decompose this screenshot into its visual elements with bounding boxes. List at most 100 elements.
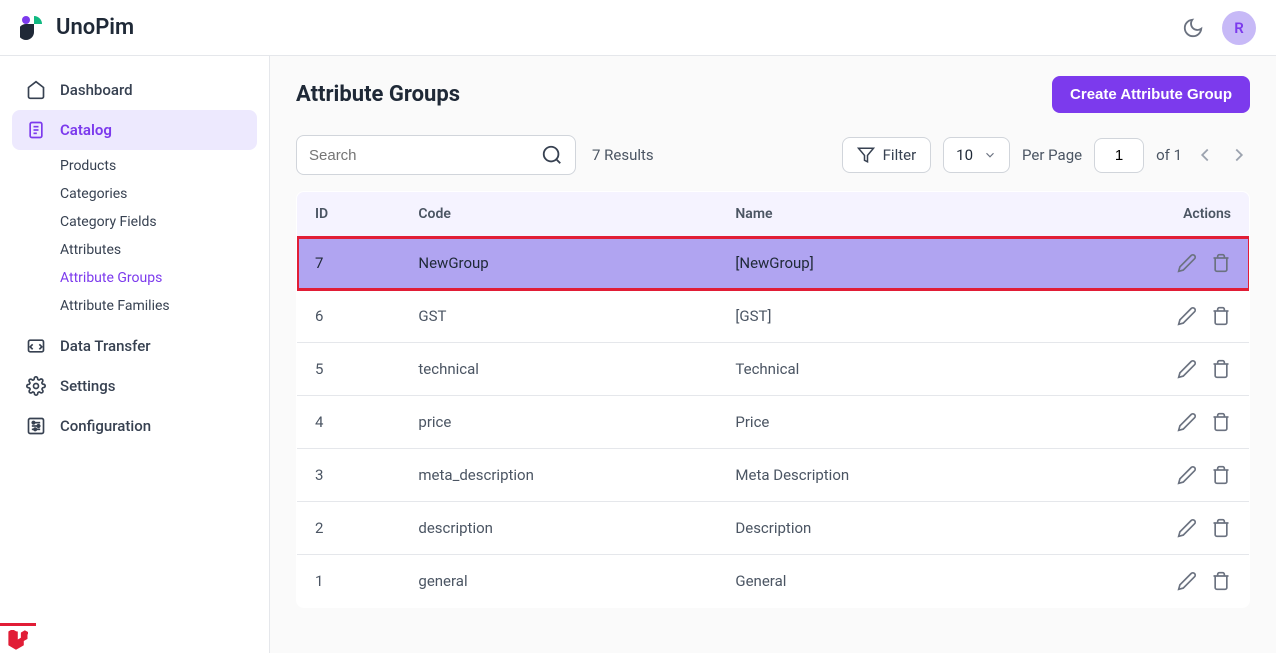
clipboard-icon — [26, 120, 46, 140]
th-name[interactable]: Name — [717, 192, 1030, 237]
cell-actions — [1031, 502, 1250, 555]
cell-code: technical — [400, 343, 717, 396]
search-icon — [541, 144, 563, 166]
cell-code: general — [400, 555, 717, 608]
cell-id: 6 — [297, 290, 401, 343]
per-page-label: Per Page — [1022, 146, 1082, 164]
delete-icon[interactable] — [1211, 518, 1231, 538]
table-row[interactable]: 5technicalTechnical — [297, 343, 1250, 396]
sliders-icon — [26, 416, 46, 436]
brand-name: UnoPim — [56, 15, 134, 40]
edit-icon[interactable] — [1177, 465, 1197, 485]
table-row[interactable]: 6GST[GST] — [297, 290, 1250, 343]
cell-id: 5 — [297, 343, 401, 396]
nav-data-transfer[interactable]: Data Transfer — [12, 326, 257, 366]
catalog-submenu: Products Categories Category Fields Attr… — [60, 152, 257, 320]
subnav-attribute-families[interactable]: Attribute Families — [60, 292, 257, 320]
main-content: Attribute Groups Create Attribute Group … — [270, 56, 1276, 653]
edit-icon[interactable] — [1177, 306, 1197, 326]
cell-actions — [1031, 343, 1250, 396]
edit-icon[interactable] — [1177, 412, 1197, 432]
th-actions: Actions — [1031, 192, 1250, 237]
cell-id: 4 — [297, 396, 401, 449]
cell-code: meta_description — [400, 449, 717, 502]
cell-id: 2 — [297, 502, 401, 555]
home-icon — [26, 80, 46, 100]
brand-logo[interactable]: UnoPim — [20, 14, 134, 42]
delete-icon[interactable] — [1211, 253, 1231, 273]
page-size-value: 10 — [956, 146, 973, 164]
cell-id: 1 — [297, 555, 401, 608]
toolbar: 7 Results Filter 10 Per Page of 1 — [296, 135, 1250, 175]
nav-settings[interactable]: Settings — [12, 366, 257, 406]
edit-icon[interactable] — [1177, 359, 1197, 379]
filter-button[interactable]: Filter — [842, 137, 932, 173]
cell-name: General — [717, 555, 1030, 608]
delete-icon[interactable] — [1211, 359, 1231, 379]
cell-actions — [1031, 290, 1250, 343]
filter-label: Filter — [883, 146, 917, 164]
nav-label: Dashboard — [60, 81, 133, 99]
table-row[interactable]: 4pricePrice — [297, 396, 1250, 449]
nav-label: Settings — [60, 377, 116, 395]
cell-name: [GST] — [717, 290, 1030, 343]
subnav-categories[interactable]: Categories — [60, 180, 257, 208]
create-attribute-group-button[interactable]: Create Attribute Group — [1052, 76, 1250, 113]
chevron-down-icon — [983, 148, 997, 162]
cell-code: description — [400, 502, 717, 555]
subnav-attributes[interactable]: Attributes — [60, 236, 257, 264]
th-code[interactable]: Code — [400, 192, 717, 237]
cell-code: GST — [400, 290, 717, 343]
brand-icon — [20, 14, 48, 42]
filter-icon — [857, 146, 875, 164]
cell-code: price — [400, 396, 717, 449]
attribute-groups-table: ID Code Name Actions 7NewGroup[NewGroup]… — [296, 191, 1250, 608]
page-title: Attribute Groups — [296, 82, 460, 107]
nav-label: Catalog — [60, 121, 112, 139]
delete-icon[interactable] — [1211, 412, 1231, 432]
cell-name: Description — [717, 502, 1030, 555]
edit-icon[interactable] — [1177, 571, 1197, 591]
cell-name: Price — [717, 396, 1030, 449]
sidebar: Dashboard Catalog Products Categories Ca… — [0, 56, 270, 653]
edit-icon[interactable] — [1177, 518, 1197, 538]
subnav-attribute-groups[interactable]: Attribute Groups — [60, 264, 257, 292]
subnav-category-fields[interactable]: Category Fields — [60, 208, 257, 236]
cell-id: 7 — [297, 237, 401, 290]
cell-name: Meta Description — [717, 449, 1030, 502]
cell-actions — [1031, 449, 1250, 502]
search-input[interactable] — [309, 147, 541, 164]
cell-actions — [1031, 555, 1250, 608]
nav-configuration[interactable]: Configuration — [12, 406, 257, 446]
delete-icon[interactable] — [1211, 465, 1231, 485]
nav-catalog[interactable]: Catalog — [12, 110, 257, 150]
cell-actions — [1031, 396, 1250, 449]
th-id[interactable]: ID — [297, 192, 401, 237]
prev-page-button[interactable] — [1194, 144, 1216, 166]
nav-label: Data Transfer — [60, 337, 151, 355]
nav-label: Configuration — [60, 417, 151, 435]
dark-mode-icon[interactable] — [1182, 17, 1204, 39]
delete-icon[interactable] — [1211, 571, 1231, 591]
next-page-button[interactable] — [1228, 144, 1250, 166]
results-count: 7 Results — [592, 146, 654, 164]
topbar: UnoPim R — [0, 0, 1276, 56]
delete-icon[interactable] — [1211, 306, 1231, 326]
cell-actions — [1031, 237, 1250, 290]
nav-dashboard[interactable]: Dashboard — [12, 70, 257, 110]
page-of-text: of 1 — [1156, 146, 1182, 164]
table-row[interactable]: 1generalGeneral — [297, 555, 1250, 608]
cell-name: [NewGroup] — [717, 237, 1030, 290]
edit-icon[interactable] — [1177, 253, 1197, 273]
subnav-products[interactable]: Products — [60, 152, 257, 180]
avatar[interactable]: R — [1222, 11, 1256, 45]
table-row[interactable]: 2descriptionDescription — [297, 502, 1250, 555]
table-row[interactable]: 7NewGroup[NewGroup] — [297, 237, 1250, 290]
search-box[interactable] — [296, 135, 576, 175]
gear-icon — [26, 376, 46, 396]
page-header: Attribute Groups Create Attribute Group — [296, 76, 1250, 113]
laravel-debug-badge[interactable] — [0, 623, 36, 653]
table-row[interactable]: 3meta_descriptionMeta Description — [297, 449, 1250, 502]
page-size-select[interactable]: 10 — [943, 137, 1010, 173]
page-number-input[interactable] — [1094, 138, 1144, 173]
